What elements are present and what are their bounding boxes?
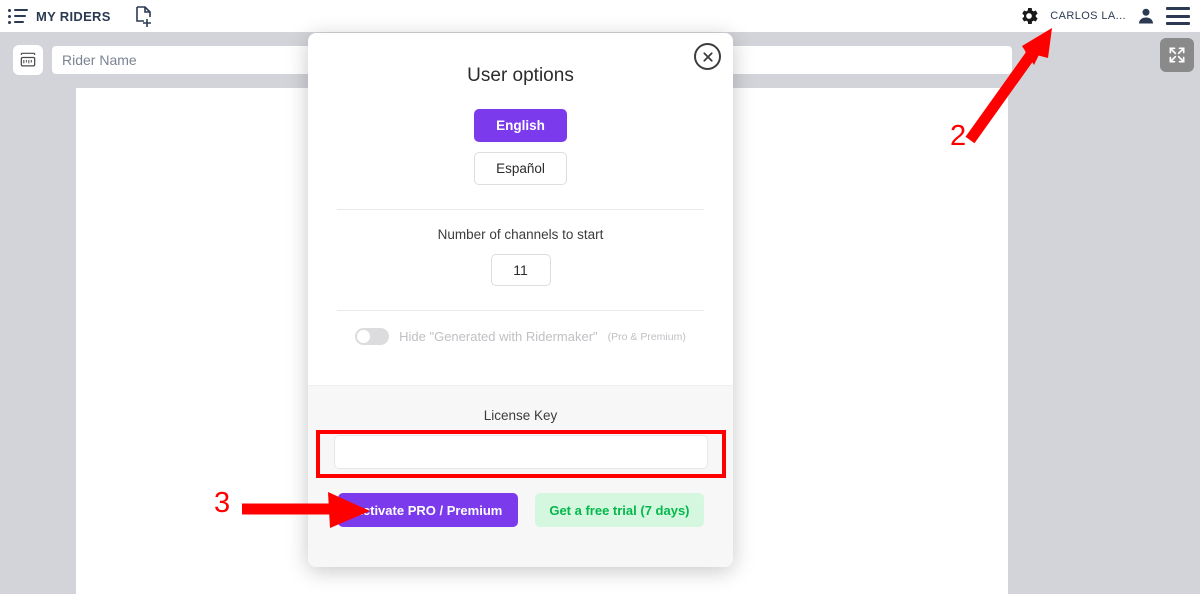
ruler-icon[interactable] [13,45,43,75]
hide-watermark-row: Hide "Generated with Ridermaker" (Pro & … [308,328,733,345]
activate-pro-premium-button[interactable]: Activate PRO / Premium [337,493,519,527]
app-root: MY RIDERS CARLOS LA... Rider Name User o… [0,0,1200,594]
hamburger-menu-icon[interactable] [1166,7,1190,25]
canvas-right-gutter [1008,88,1200,594]
license-key-input[interactable] [333,435,708,469]
my-riders-label[interactable]: MY RIDERS [36,9,111,24]
username-label[interactable]: CARLOS LA... [1050,10,1126,22]
language-button-espanol[interactable]: Español [474,152,567,185]
user-avatar-icon[interactable] [1136,6,1156,26]
close-icon[interactable] [694,43,721,70]
divider-top [337,209,704,210]
channels-input[interactable] [490,254,551,286]
hide-watermark-note: (Pro & Premium) [607,330,686,343]
fullscreen-expand-icon[interactable] [1160,38,1194,72]
license-actions: Activate PRO / Premium Get a free trial … [308,493,733,527]
license-key-label: License Key [483,408,558,423]
divider-bottom [337,310,704,311]
channels-label: Number of channels to start [437,227,604,242]
list-icon[interactable] [8,7,30,25]
free-trial-button[interactable]: Get a free trial (7 days) [535,493,704,527]
top-bar-left: MY RIDERS [0,4,155,28]
toggle-knob [357,330,371,343]
top-bar: MY RIDERS CARLOS LA... [0,0,1200,32]
top-bar-right: CARLOS LA... [1018,5,1200,27]
hide-watermark-label: Hide "Generated with Ridermaker" [399,329,598,344]
hide-watermark-toggle[interactable] [355,328,390,345]
language-selector: English Español [308,109,733,185]
license-section: License Key Activate PRO / Premium Get a… [308,385,733,567]
user-options-dialog: User options English Español Number of c… [308,33,733,567]
canvas-left-gutter [0,88,76,594]
language-button-english[interactable]: English [474,109,567,142]
new-document-icon[interactable] [133,4,155,28]
dialog-title: User options [467,65,574,86]
gear-icon[interactable] [1018,5,1040,27]
